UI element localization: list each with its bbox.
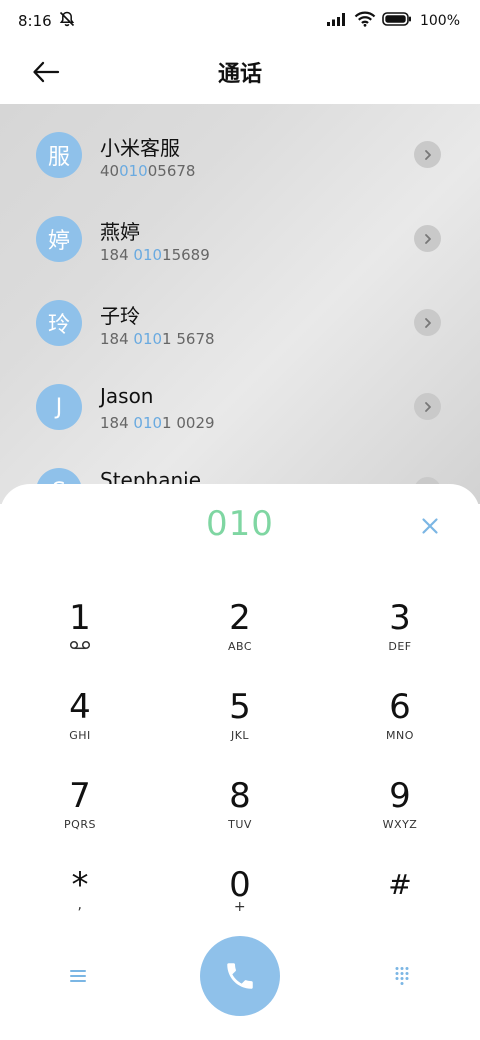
dialpad-icon <box>395 967 409 985</box>
number-prefix: 184 <box>100 246 134 264</box>
contact-name: 子玲 <box>100 304 140 328</box>
key-digit: 7 <box>69 776 91 816</box>
header: 通话 <box>0 42 480 104</box>
number-prefix: 184 <box>100 330 134 348</box>
contact-name: 燕婷 <box>100 220 140 244</box>
call-button[interactable] <box>200 936 280 1016</box>
menu-icon <box>70 970 86 982</box>
number-match: 010 <box>119 162 148 180</box>
dialed-number: 010 <box>206 504 274 544</box>
key-letters: GHI <box>69 729 91 742</box>
key-2[interactable]: 2 ABC <box>180 598 300 678</box>
key-digit: # <box>388 868 412 901</box>
status-right: 100% <box>326 11 460 31</box>
number-match: 010 <box>133 414 163 432</box>
contact-row[interactable]: 服 小米客服 4001005678 <box>0 124 480 208</box>
menu-button[interactable] <box>64 962 92 990</box>
number-match: 010 <box>133 330 163 348</box>
key-letters: JKL <box>230 729 250 742</box>
key-letters: ABC <box>227 640 253 653</box>
close-icon <box>422 518 438 534</box>
voicemail-icon <box>69 640 91 650</box>
key-digit: 8 <box>229 776 251 816</box>
key-6[interactable]: 6 MNO <box>340 687 460 767</box>
page-title: 通话 <box>217 62 262 87</box>
contact-detail-button[interactable] <box>414 393 441 420</box>
key-digit: 5 <box>229 687 251 727</box>
key-digit: 4 <box>69 687 91 727</box>
key-0[interactable]: 0 + <box>180 865 300 945</box>
avatar: 玲 <box>36 300 82 346</box>
contact-name: 小米客服 <box>100 136 180 160</box>
chevron-right-icon <box>424 149 431 160</box>
key-digit: 3 <box>389 598 411 638</box>
number-prefix: 184 <box>100 414 134 432</box>
key-digit: 9 <box>389 776 411 816</box>
dialpad-toggle-button[interactable] <box>388 962 416 990</box>
number-prefix: 40 <box>100 162 120 180</box>
key-5[interactable]: 5 JKL <box>180 687 300 767</box>
contact-row[interactable]: 婷 燕婷 184 01015689 <box>0 208 480 292</box>
key-letters: + <box>233 899 247 915</box>
battery-icon <box>382 12 412 30</box>
number-suffix: 1 5678 <box>162 330 215 348</box>
key-4[interactable]: 4 GHI <box>20 687 140 767</box>
key-hash[interactable]: # <box>340 865 460 945</box>
key-3[interactable]: 3 DEF <box>340 598 460 678</box>
wifi-icon <box>354 11 376 31</box>
key-letters: TUV <box>228 818 252 831</box>
avatar: 服 <box>36 132 82 178</box>
key-digit: 1 <box>69 598 91 638</box>
contact-results[interactable]: 服 小米客服 4001005678 婷 燕婷 184 01015689 玲 子玲… <box>0 104 480 504</box>
key-letters: DEF <box>388 640 412 653</box>
number-match: 010 <box>133 246 163 264</box>
contact-row[interactable]: 玲 子玲 184 0101 5678 <box>0 292 480 376</box>
contact-name: Jason <box>100 384 154 408</box>
clear-button[interactable] <box>416 512 444 540</box>
status-bar: 8:16 100% <box>0 0 480 42</box>
contact-detail-button[interactable] <box>414 141 441 168</box>
chevron-right-icon <box>424 233 431 244</box>
contact-number: 184 0101 0029 <box>100 414 215 432</box>
avatar: 婷 <box>36 216 82 262</box>
dialpad-sheet: 010 1 2 ABC 3 DEF 4 GHI 5 JKL 6 MNO 7 PQ… <box>0 484 480 1040</box>
number-suffix: 15689 <box>162 246 210 264</box>
chevron-right-icon <box>424 401 431 412</box>
status-time: 8:16 <box>18 12 52 30</box>
contact-detail-button[interactable] <box>414 309 441 336</box>
key-1[interactable]: 1 <box>20 598 140 678</box>
key-9[interactable]: 9 WXYZ <box>340 776 460 856</box>
key-letters: WXYZ <box>382 818 418 831</box>
key-star[interactable]: * , <box>20 865 140 945</box>
contact-number: 184 0101 5678 <box>100 330 215 348</box>
contact-detail-button[interactable] <box>414 225 441 252</box>
contact-row[interactable]: J Jason 184 0101 0029 <box>0 376 480 460</box>
signal-icon <box>326 12 348 30</box>
key-digit: 2 <box>229 598 251 638</box>
key-7[interactable]: 7 PQRS <box>20 776 140 856</box>
number-suffix: 05678 <box>147 162 196 180</box>
key-8[interactable]: 8 TUV <box>180 776 300 856</box>
key-letters: PQRS <box>64 818 96 831</box>
bell-off-icon <box>58 10 76 32</box>
number-suffix: 1 0029 <box>162 414 215 432</box>
contact-number: 4001005678 <box>100 162 195 180</box>
phone-icon <box>227 963 253 989</box>
key-digit: 6 <box>389 687 411 727</box>
key-letters: , <box>77 897 83 913</box>
battery-percent: 100% <box>419 13 460 29</box>
contact-number: 184 01015689 <box>100 246 210 264</box>
status-left: 8:16 <box>18 10 76 32</box>
key-letters: MNO <box>386 729 414 742</box>
chevron-right-icon <box>424 317 431 328</box>
avatar: J <box>36 384 82 430</box>
